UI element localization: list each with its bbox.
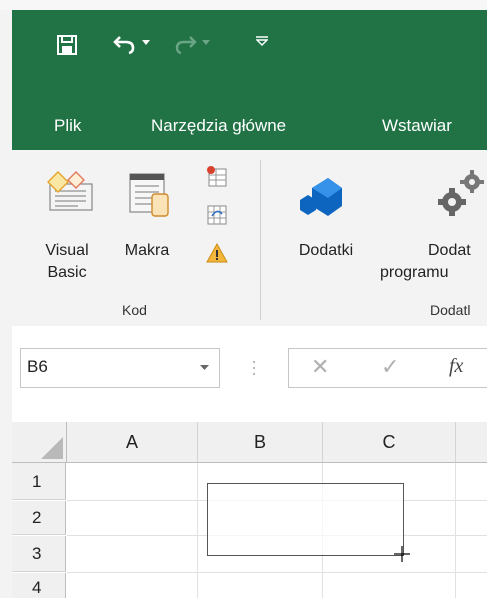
ribbon-tab-bar: Plik Narzędzia główne Wstawiar — [12, 92, 487, 150]
row-header-1[interactable]: 1 — [12, 463, 66, 500]
relative-references-icon[interactable] — [206, 204, 228, 226]
tab-insert[interactable]: Wstawiar — [382, 116, 452, 136]
undo-icon[interactable] — [112, 32, 138, 56]
background-strip-top — [0, 0, 487, 10]
addins-label: Dodatki — [298, 242, 354, 259]
undo-dropdown-icon[interactable] — [142, 40, 150, 46]
ribbon-panel: Visual Basic Makra Kod Dodatki Dodat pro… — [12, 150, 487, 327]
tab-file[interactable]: Plik — [54, 116, 81, 136]
addins-icon — [300, 178, 342, 216]
redo-dropdown-icon[interactable] — [202, 40, 210, 46]
visual-basic-label-line2: Basic — [47, 264, 87, 281]
macros-label: Makra — [124, 242, 170, 259]
program-addins-label-line2: programu — [380, 264, 449, 281]
group-separator — [260, 160, 261, 320]
formula-bar[interactable]: ✕ ✓ fx — [288, 348, 487, 388]
program-addins-button[interactable]: Dodat programu — [380, 160, 487, 290]
column-header-d[interactable] — [456, 422, 487, 463]
macros-icon — [129, 173, 169, 217]
addins-button[interactable]: Dodatki — [280, 160, 372, 280]
worksheet-grid[interactable]: A B C 1 2 3 4 — [12, 422, 487, 598]
select-all-icon — [41, 437, 63, 459]
column-header-b[interactable]: B — [198, 422, 323, 463]
drawing-rectangle[interactable] — [207, 483, 404, 556]
column-header-a[interactable]: A — [67, 422, 198, 463]
name-box-value: B6 — [27, 357, 48, 376]
column-header-c[interactable]: C — [323, 422, 456, 463]
macro-security-icon[interactable] — [206, 242, 228, 264]
formula-bar-area: B6 ✕ ✓ fx — [12, 326, 487, 428]
record-macro-icon[interactable] — [206, 166, 228, 188]
redo-icon[interactable] — [172, 32, 198, 56]
name-box[interactable]: B6 — [20, 348, 220, 388]
customize-qat-icon[interactable] — [256, 36, 268, 46]
excel-window: Plik Narzędzia główne Wstawiar Visual Ba… — [12, 10, 487, 598]
macros-button[interactable]: Makra — [116, 160, 178, 300]
addins-group-label: Dodatl — [430, 302, 471, 318]
select-all-corner[interactable] — [12, 422, 67, 463]
chevron-down-icon[interactable] — [200, 365, 209, 371]
row-header-2[interactable]: 2 — [12, 501, 66, 535]
save-icon[interactable] — [56, 34, 78, 56]
visual-basic-label-line1: Visual — [45, 242, 89, 259]
visual-basic-button[interactable]: Visual Basic — [32, 160, 102, 300]
program-addins-label-line1: Dodat — [428, 242, 471, 259]
tab-home[interactable]: Narzędzia główne — [151, 116, 286, 136]
gridline — [455, 463, 456, 598]
row-header-4[interactable]: 4 — [12, 573, 66, 598]
formula-bar-resize-handle-icon[interactable] — [252, 359, 256, 377]
cancel-icon[interactable]: ✕ — [311, 354, 329, 380]
gridline — [197, 463, 198, 598]
title-bar — [12, 10, 487, 92]
insert-function-icon[interactable]: fx — [449, 355, 463, 378]
gear-icon — [438, 170, 484, 216]
code-group-label: Kod — [122, 302, 147, 318]
row-header-3[interactable]: 3 — [12, 536, 66, 572]
gridline — [67, 572, 487, 573]
enter-icon[interactable]: ✓ — [381, 354, 399, 380]
visual-basic-icon — [47, 171, 93, 211]
crosshair-cursor-icon — [394, 546, 410, 562]
